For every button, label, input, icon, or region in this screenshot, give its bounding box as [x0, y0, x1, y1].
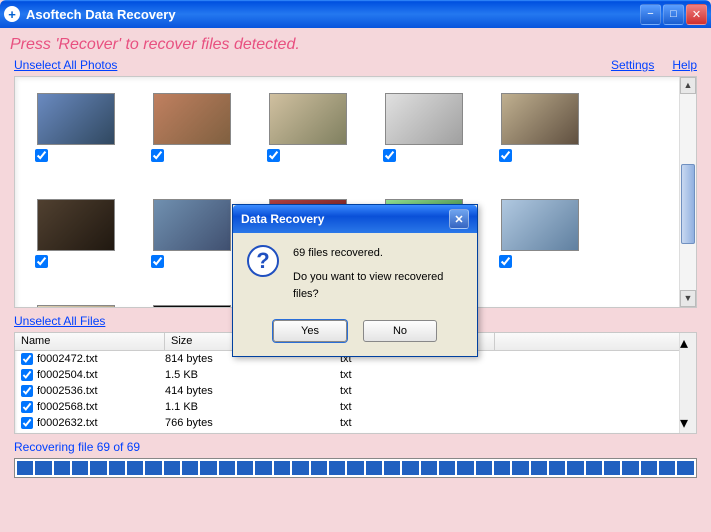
photo-checkbox[interactable]: [35, 149, 48, 162]
window-title: Asoftech Data Recovery: [26, 7, 640, 22]
file-name: f0002472.txt: [37, 353, 165, 365]
photo-checkbox[interactable]: [383, 149, 396, 162]
photo-thumbnail[interactable]: [35, 85, 117, 175]
file-row[interactable]: f0002568.txt1.1 KBtxt: [15, 399, 696, 415]
dialog-titlebar: Data Recovery ✕: [233, 205, 477, 233]
file-size: 414 bytes: [165, 385, 340, 397]
file-checkbox[interactable]: [21, 369, 33, 381]
dialog-line1: 69 files recovered.: [293, 245, 463, 263]
no-button[interactable]: No: [363, 320, 437, 342]
photo-thumbnail[interactable]: [383, 85, 465, 175]
file-size: 1.1 KB: [165, 401, 340, 413]
scroll-down-icon[interactable]: ▼: [680, 290, 696, 307]
file-scrollbar[interactable]: ▴ ▾: [679, 333, 696, 433]
help-link[interactable]: Help: [672, 58, 697, 72]
file-checkbox[interactable]: [21, 353, 33, 365]
file-row[interactable]: f0002536.txt414 bytestxt: [15, 383, 696, 399]
scroll-up-icon[interactable]: ▴: [680, 333, 696, 353]
file-row[interactable]: f0002632.txt766 bytestxt: [15, 415, 696, 431]
photo-thumbnail[interactable]: [151, 297, 233, 308]
photo-thumbnail[interactable]: [151, 191, 233, 281]
photo-thumbnail[interactable]: [499, 85, 581, 175]
photo-checkbox[interactable]: [267, 149, 280, 162]
yes-button[interactable]: Yes: [273, 320, 347, 342]
instruction-text: Press 'Recover' to recover files detecte…: [0, 28, 711, 58]
photo-checkbox[interactable]: [499, 149, 512, 162]
photo-thumbnail[interactable]: [267, 85, 349, 175]
photo-checkbox[interactable]: [499, 255, 512, 268]
file-name: f0002568.txt: [37, 401, 165, 413]
photo-checkbox[interactable]: [151, 255, 164, 268]
app-icon: +: [4, 6, 20, 22]
unselect-all-photos-link[interactable]: Unselect All Photos: [14, 58, 117, 72]
photo-checkbox[interactable]: [151, 149, 164, 162]
file-checkbox[interactable]: [21, 385, 33, 397]
file-extension: txt: [340, 385, 495, 397]
scroll-down-icon[interactable]: ▾: [680, 413, 696, 433]
photo-scrollbar[interactable]: ▲ ▼: [679, 77, 696, 307]
photo-checkbox[interactable]: [35, 255, 48, 268]
window-titlebar: + Asoftech Data Recovery − □ ✕: [0, 0, 711, 28]
settings-link[interactable]: Settings: [611, 58, 654, 72]
maximize-button[interactable]: □: [663, 4, 684, 25]
dialog-message: 69 files recovered. Do you want to view …: [293, 245, 463, 304]
progress-bar: [14, 458, 697, 478]
photo-thumbnail[interactable]: [499, 191, 581, 281]
minimize-button[interactable]: −: [640, 4, 661, 25]
question-icon: ?: [247, 245, 279, 277]
dialog-line2: Do you want to view recovered files?: [293, 269, 463, 304]
file-name: f0002632.txt: [37, 417, 165, 429]
scrollbar-thumb[interactable]: [681, 164, 695, 244]
photo-thumbnail[interactable]: [151, 85, 233, 175]
file-extension: txt: [340, 401, 495, 413]
dialog-title: Data Recovery: [241, 212, 449, 226]
scroll-up-icon[interactable]: ▲: [680, 77, 696, 94]
file-name: f0002536.txt: [37, 385, 165, 397]
photo-thumbnail[interactable]: [35, 297, 117, 308]
status-text: Recovering file 69 of 69: [0, 434, 711, 456]
recovery-dialog: Data Recovery ✕ ? 69 files recovered. Do…: [232, 204, 478, 357]
column-header-name[interactable]: Name: [15, 333, 165, 350]
file-size: 766 bytes: [165, 417, 340, 429]
unselect-all-files-link[interactable]: Unselect All Files: [14, 314, 105, 328]
file-checkbox[interactable]: [21, 417, 33, 429]
file-row[interactable]: f0002504.txt1.5 KBtxt: [15, 367, 696, 383]
file-name: f0002504.txt: [37, 369, 165, 381]
file-checkbox[interactable]: [21, 401, 33, 413]
column-header-blank: [495, 333, 696, 350]
file-extension: txt: [340, 417, 495, 429]
file-size: 1.5 KB: [165, 369, 340, 381]
close-button[interactable]: ✕: [686, 4, 707, 25]
dialog-close-button[interactable]: ✕: [449, 209, 469, 229]
photo-thumbnail[interactable]: [35, 191, 117, 281]
file-extension: txt: [340, 369, 495, 381]
